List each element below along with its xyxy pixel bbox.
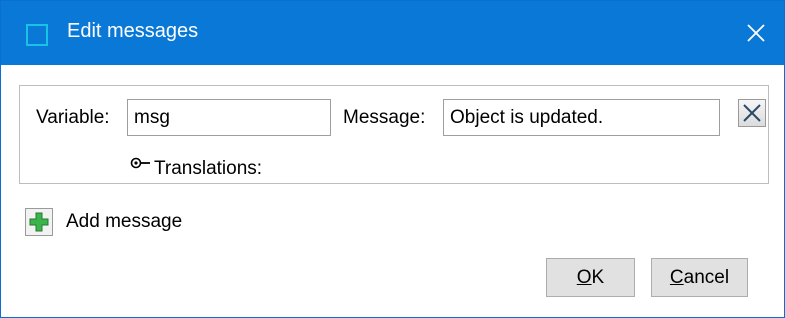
- message-label: Message:: [343, 107, 426, 128]
- window-title: Edit messages: [67, 20, 199, 42]
- close-button[interactable]: [728, 1, 784, 65]
- title-bar: Edit messages: [1, 1, 784, 65]
- add-message-link[interactable]: Add message: [66, 211, 182, 233]
- close-icon: [747, 24, 765, 42]
- message-panel: Variable: Message: Translations:: [19, 85, 769, 184]
- ok-label-rest: K: [591, 266, 605, 288]
- cancel-button[interactable]: Cancel: [651, 258, 748, 297]
- window-frame-icon: [26, 24, 48, 46]
- translations-toggle[interactable]: [130, 155, 156, 171]
- translations-label: Translations:: [154, 158, 263, 179]
- delete-x-icon: [743, 104, 761, 122]
- variable-label: Variable:: [36, 107, 110, 128]
- expand-key-icon: [130, 157, 150, 169]
- ok-accelerator: O: [576, 266, 592, 288]
- variable-input[interactable]: [127, 99, 331, 136]
- ok-button[interactable]: OK: [546, 258, 635, 297]
- add-message-button[interactable]: [25, 208, 53, 236]
- cancel-label-rest: ancel: [683, 266, 730, 288]
- message-input[interactable]: [443, 99, 720, 136]
- cancel-accelerator: C: [669, 266, 684, 288]
- edit-messages-dialog: Edit messages Variable: Message: Transla…: [0, 0, 785, 318]
- green-plus-icon: [29, 212, 49, 232]
- delete-message-button[interactable]: [738, 99, 766, 127]
